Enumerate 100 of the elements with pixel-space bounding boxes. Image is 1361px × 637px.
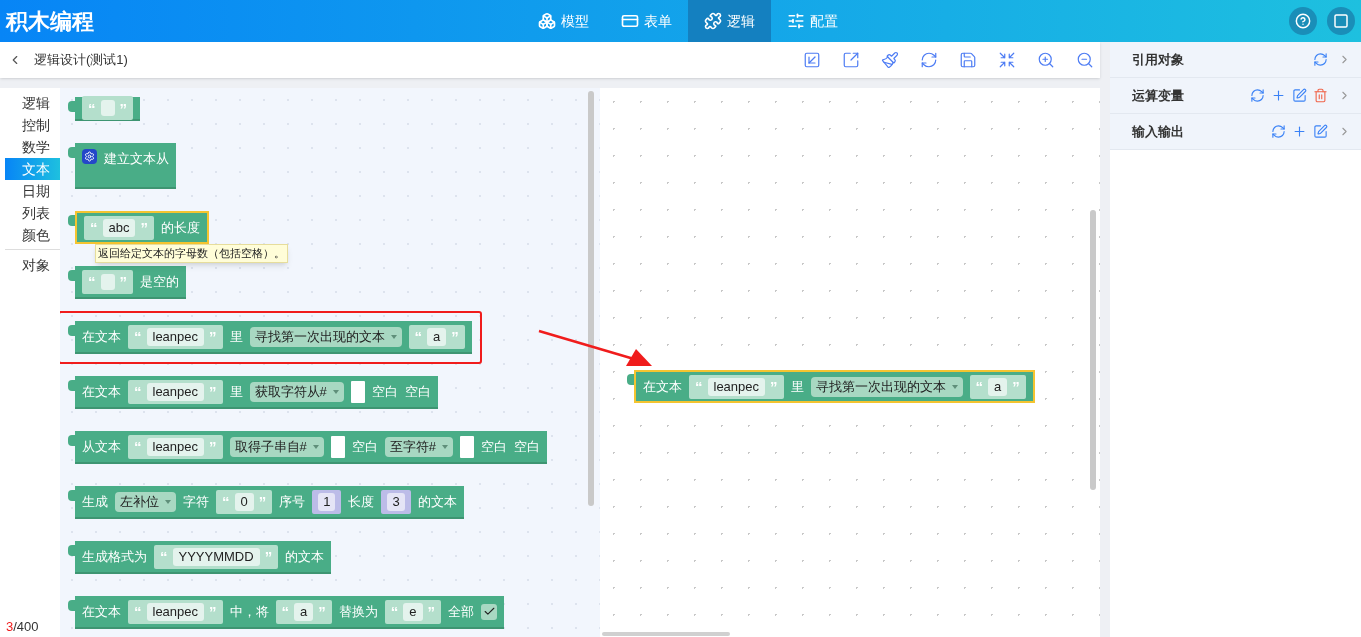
text-input-block[interactable]: “ a ” [275,599,332,624]
block-label: 中，将 [229,602,269,621]
text-value[interactable]: leanpec [707,377,766,396]
text-value[interactable]: leanpec [146,602,205,621]
dropdown[interactable]: 左补位 [115,491,176,512]
text-value[interactable]: YYYYMMDD [172,547,260,566]
caret-icon [390,334,397,339]
gear-icon[interactable] [82,149,97,164]
open-quote: “ [222,494,230,509]
panel-section[interactable]: 引用对象 [1110,42,1361,78]
dropdown[interactable]: 寻找第一次出现的文本 [249,326,402,347]
text-input-block[interactable]: “ leanpec ” [128,599,223,624]
shrink-icon[interactable] [998,51,1016,69]
empty-socket[interactable] [330,435,345,458]
block-label: 里 [229,327,243,346]
scrollbar[interactable] [602,632,730,636]
nav-tab[interactable]: 逻辑 [688,0,771,42]
zoom-out-icon[interactable] [1076,51,1094,69]
scrollbar[interactable] [588,91,594,506]
import-icon[interactable] [803,51,821,69]
number-value[interactable]: 3 [387,492,405,511]
dropdown[interactable]: 取得子串自# [229,436,324,457]
open-quote: “ [88,100,96,116]
export-icon[interactable] [842,51,860,69]
caret-icon [442,444,448,449]
text-input-block[interactable]: “ YYYYMMDD ” [154,544,279,569]
page-title: 逻辑设计(测试1) [34,51,128,70]
category-item[interactable]: 日期 [5,180,60,202]
number-input-block[interactable]: 3 [381,489,411,514]
app-title: 积木编程 [6,7,94,36]
empty-socket[interactable] [350,380,365,403]
text-value[interactable]: abc [102,218,136,237]
caret-icon [312,444,319,449]
text-value[interactable]: a [294,602,314,621]
open-quote: “ [90,220,98,235]
add-icon[interactable] [1271,88,1286,103]
text-value[interactable]: 0 [234,492,254,511]
text-value[interactable]: a [427,327,447,346]
text-input-block[interactable]: “ leanpec ” [689,374,784,399]
open-quote: “ [88,274,96,289]
help-button[interactable] [1289,7,1317,35]
scrollbar[interactable] [1090,210,1096,490]
close-quote: ” [209,384,217,399]
refresh-icon[interactable] [1250,88,1265,103]
panel-section[interactable]: 输入输出 [1110,114,1361,150]
block-label: 序号 [279,492,306,511]
text-input-block[interactable]: “ 0 ” [216,489,273,514]
category-item[interactable]: 控制 [5,114,60,136]
text-value[interactable]: leanpec [146,327,205,346]
caret-icon [332,389,339,394]
text-value[interactable]: a [988,377,1008,396]
block-label: 长度 [348,492,375,511]
add-icon[interactable] [1292,124,1307,139]
open-quote: “ [975,379,984,394]
category-item[interactable]: 逻辑 [5,92,60,114]
category-item[interactable]: 数学 [5,136,60,158]
text-input-block[interactable]: “ leanpec ” [128,324,223,349]
number-input-block[interactable]: 1 [312,489,342,514]
connector-tab [68,545,75,556]
section-title: 输入输出 [1132,122,1184,141]
window-button[interactable] [1327,7,1355,35]
refresh-icon[interactable] [1313,52,1328,67]
category-item[interactable]: 颜色 [5,224,60,246]
dropdown[interactable]: 获取字符从# [249,381,344,402]
text-value[interactable]: e [403,602,423,621]
close-quote: ” [264,549,273,564]
model-icon [538,12,556,30]
block-label: 在文本 [643,377,682,396]
close-quote: ” [140,220,148,235]
text-input-block[interactable]: “ leanpec ” [128,379,223,404]
delete-icon[interactable] [1313,88,1328,103]
zoom-in-icon[interactable] [1037,51,1055,69]
block-label: 空白 [514,437,540,456]
connector-tab [68,435,75,446]
dropdown[interactable]: 寻找第一次出现的文本 [810,376,963,397]
text-input-block[interactable]: “ leanpec ” [128,434,223,459]
refresh-icon[interactable] [1271,124,1286,139]
text-input-block[interactable]: “ e ” [384,599,441,624]
edit-icon[interactable] [1292,88,1307,103]
text-value[interactable]: leanpec [146,382,205,401]
brush-icon[interactable] [881,51,899,69]
text-value[interactable]: leanpec [146,437,205,456]
number-value[interactable]: 1 [318,492,336,511]
refresh-icon[interactable] [920,51,938,69]
connector-tab [68,215,75,226]
form-icon [621,12,639,30]
dropdown[interactable]: 至字符# [384,436,453,457]
text-input-block[interactable]: “ abc ” [84,215,154,240]
category-item[interactable]: 列表 [5,202,60,224]
block-label: 的长度 [160,218,200,237]
close-quote: ” [1012,379,1020,394]
checkbox[interactable] [481,603,497,620]
empty-socket[interactable] [460,435,474,458]
config-icon [787,12,805,30]
save-icon[interactable] [959,51,977,69]
connector-tab [627,374,634,385]
edit-icon[interactable] [1313,124,1328,139]
panel-section[interactable]: 运算变量 [1110,78,1361,114]
text-input-block[interactable]: “ a ” [408,324,465,349]
text-input-block[interactable]: “ a ” [969,374,1026,399]
